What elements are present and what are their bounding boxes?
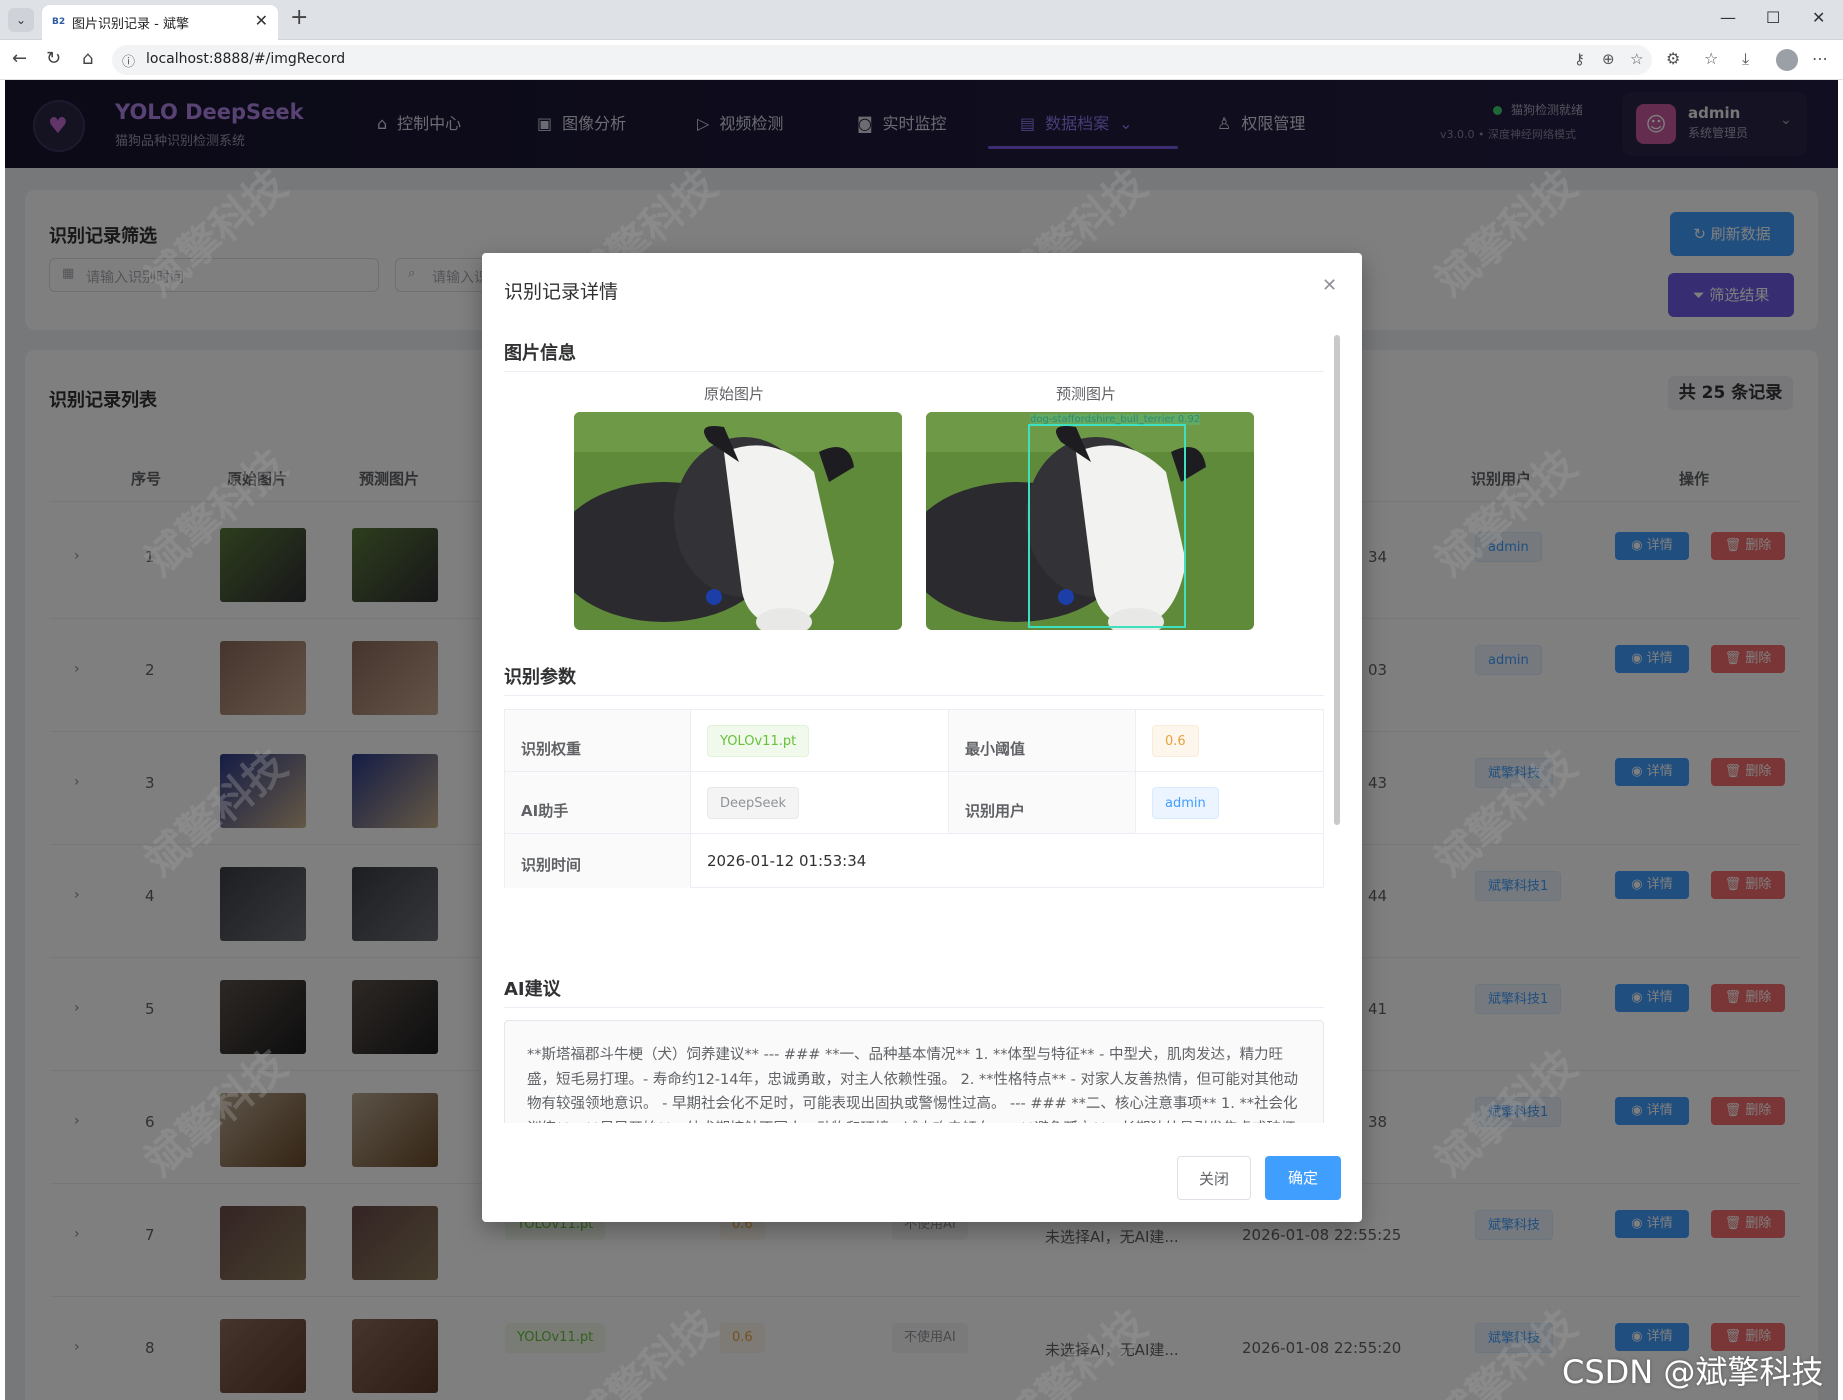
- user-tag: admin: [1152, 787, 1219, 819]
- advice-section-title: AI建议: [504, 979, 561, 1000]
- time-label: 识别时间: [505, 834, 691, 888]
- url-text: localhost:8888/#/imgRecord: [146, 51, 346, 67]
- user-label: 识别用户: [949, 772, 1136, 834]
- confirm-button[interactable]: 确定: [1265, 1156, 1341, 1200]
- weight-label: 识别权重: [505, 710, 691, 772]
- dialog-body: 图片信息 原始图片 预测图片 dog-staffordshire_bull_te…: [504, 323, 1324, 1123]
- dialog-close-icon[interactable]: ✕: [1322, 275, 1337, 296]
- more-menu-icon[interactable]: ⋯: [1812, 49, 1828, 68]
- csdn-watermark: CSDN @斌擎科技: [1562, 1353, 1824, 1391]
- params-section-title: 识别参数: [504, 667, 576, 688]
- favorites-icon[interactable]: ☆: [1704, 49, 1718, 68]
- dog-photo-orig: [574, 412, 902, 630]
- reload-icon[interactable]: ↻: [46, 48, 61, 69]
- minimize-icon[interactable]: —: [1720, 8, 1736, 27]
- time-value: 2026-01-12 01:53:34: [707, 852, 867, 870]
- ai-advice-text: **斯塔福郡斗牛梗（犬）饲养建议** --- ### **一、品种基本情况** …: [504, 1020, 1324, 1123]
- detection-box: [1028, 424, 1186, 628]
- conf-label: 最小阈值: [949, 710, 1136, 772]
- divider: [504, 371, 1324, 372]
- dialog-scrollbar[interactable]: [1334, 335, 1340, 825]
- browser-tabbar: ⌄ B2 图片识别记录 - 斌擎 ✕ + — ☐ ✕: [0, 0, 1843, 40]
- weight-cell: YOLOv11.pt: [691, 710, 949, 772]
- tab-title: 图片识别记录 - 斌擎: [72, 17, 189, 32]
- downloads-icon[interactable]: ⤓: [1742, 49, 1749, 69]
- home-icon[interactable]: ⌂: [82, 48, 93, 69]
- ai-label: AI助手: [505, 772, 691, 834]
- divider: [504, 695, 1324, 696]
- site-info-icon[interactable]: ⓘ: [122, 51, 135, 70]
- predicted-image[interactable]: dog-staffordshire_bull_terrier 0.92: [926, 412, 1254, 630]
- params-table: 识别权重 YOLOv11.pt 最小阈值 0.6 AI助手 DeepSeek 识…: [504, 709, 1324, 888]
- conf-cell: 0.6: [1136, 710, 1324, 772]
- tab-favicon-icon: B2: [52, 17, 66, 27]
- original-image[interactable]: [574, 412, 902, 630]
- record-detail-dialog: 识别记录详情 ✕ 图片信息 原始图片 预测图片 dog-staffordshir…: [482, 253, 1362, 1222]
- ai-cell: DeepSeek: [691, 772, 949, 834]
- tab-close-icon[interactable]: ✕: [255, 11, 268, 30]
- user-cell: admin: [1136, 772, 1324, 834]
- profile-avatar[interactable]: [1776, 49, 1798, 71]
- star-icon[interactable]: ☆: [1630, 50, 1643, 68]
- back-arrow-icon[interactable]: ←: [12, 48, 27, 69]
- address-bar: ← ↻ ⌂ ⓘ localhost:8888/#/imgRecord ⚷ ⊕ ☆…: [0, 40, 1843, 80]
- weight-tag: YOLOv11.pt: [707, 725, 810, 757]
- conf-tag: 0.6: [1152, 725, 1199, 757]
- close-button[interactable]: 关闭: [1177, 1156, 1251, 1200]
- window-close-icon[interactable]: ✕: [1812, 8, 1825, 27]
- ai-tag: DeepSeek: [707, 787, 800, 819]
- new-tab-plus-icon[interactable]: +: [290, 5, 308, 30]
- dialog-title: 识别记录详情: [504, 281, 619, 303]
- pred-image-caption: 预测图片: [1056, 385, 1117, 403]
- orig-image-caption: 原始图片: [704, 385, 765, 403]
- zoom-icon[interactable]: ⊕: [1602, 50, 1615, 68]
- maximize-icon[interactable]: ☐: [1766, 8, 1780, 27]
- browser-tab[interactable]: B2 图片识别记录 - 斌擎 ✕: [42, 5, 278, 40]
- key-icon[interactable]: ⚷: [1574, 50, 1585, 68]
- detection-label: dog-staffordshire_bull_terrier 0.92: [1030, 414, 1201, 425]
- tab-list-chevron-icon[interactable]: ⌄: [8, 8, 34, 32]
- url-field[interactable]: ⓘ localhost:8888/#/imgRecord ⚷ ⊕ ☆: [112, 45, 1652, 75]
- image-section-title: 图片信息: [504, 343, 576, 364]
- extensions-icon[interactable]: ⚙: [1666, 49, 1680, 68]
- divider: [504, 1007, 1324, 1008]
